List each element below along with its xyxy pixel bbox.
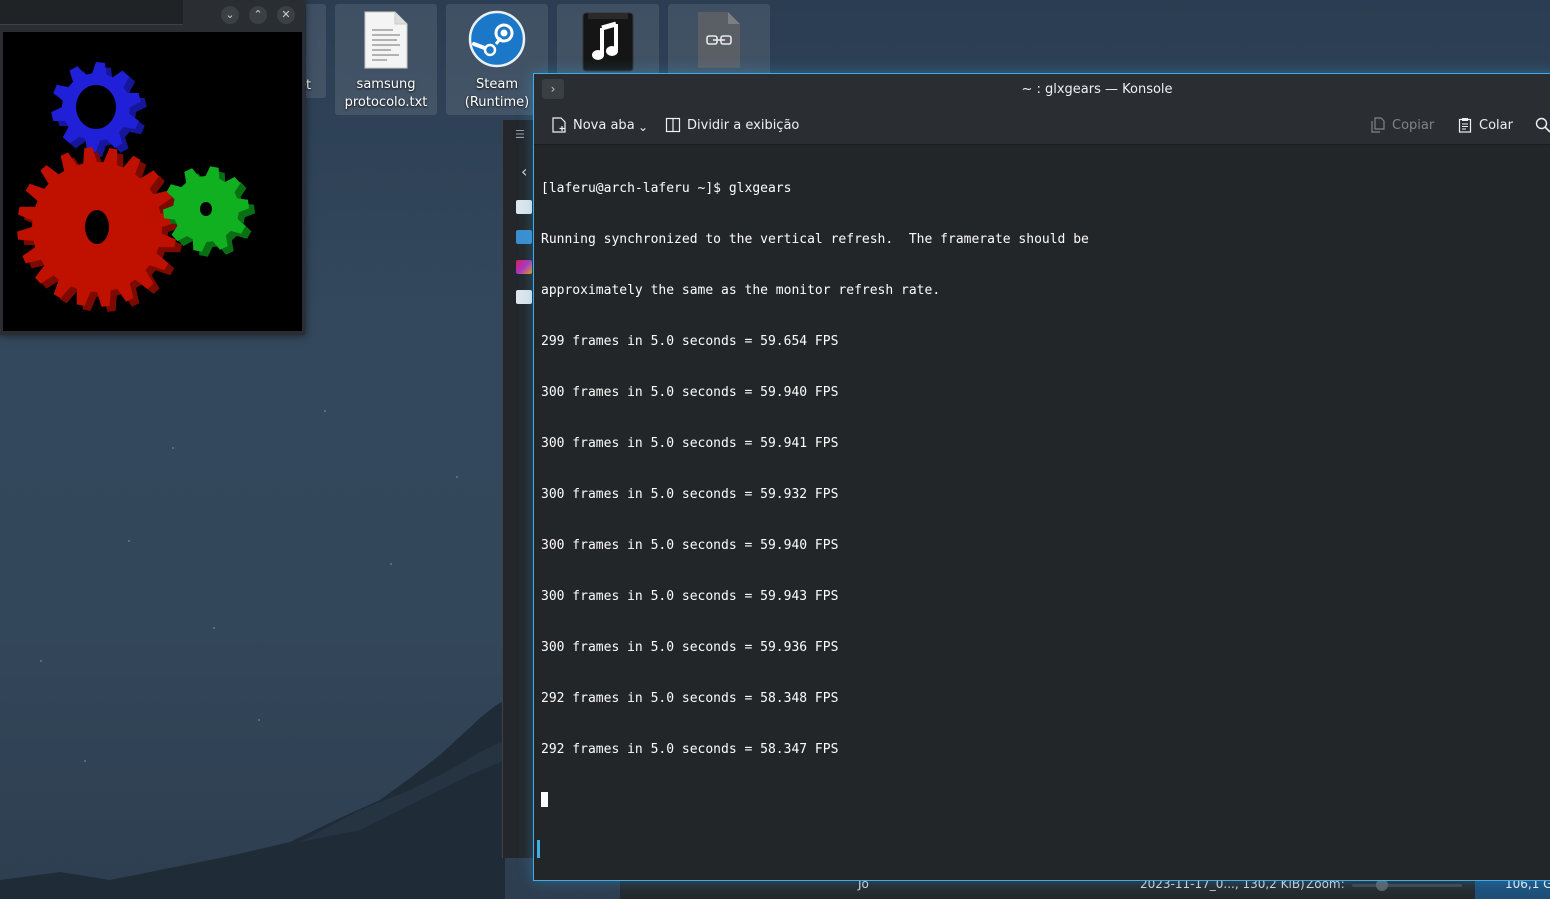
star: [258, 719, 260, 721]
terminal-line: 292 frames in 5.0 seconds = 58.347 FPS: [541, 742, 839, 757]
panel-toggle-icon: ☰: [515, 128, 525, 141]
terminal-line: Running synchronized to the vertical ref…: [541, 232, 1089, 247]
paste-button[interactable]: Colar: [1457, 117, 1513, 133]
chevron-left-icon[interactable]: ‹: [521, 162, 527, 181]
chevron-down-icon: ⌄: [225, 8, 235, 21]
split-view-label: Dividir a exibição: [687, 118, 800, 133]
konsole-toolbar: Nova aba ⌄ Dividir a exibição Copiar Col…: [534, 106, 1550, 145]
konsole-window[interactable]: › ~ : glxgears — Konsole Nova aba ⌄ Divi…: [533, 73, 1550, 881]
terminal-line: 300 frames in 5.0 seconds = 59.936 FPS: [541, 640, 839, 655]
steam-icon: [468, 10, 526, 72]
display-place-icon[interactable]: [516, 290, 532, 304]
terminal-output[interactable]: [laferu@arch-laferu ~]$ glxgears Running…: [541, 146, 1550, 880]
terminal-line: 300 frames in 5.0 seconds = 59.932 FPS: [541, 487, 839, 502]
link-file-icon: [696, 10, 742, 74]
blue-gear: [51, 62, 147, 157]
terminal-cursor-line: [541, 792, 1550, 810]
paste-icon: [1458, 118, 1472, 133]
minimize-button[interactable]: ⌄: [221, 6, 239, 24]
copy-label: Copiar: [1392, 118, 1435, 133]
music-folder-icon: [580, 10, 636, 76]
copy-button[interactable]: Copiar: [1370, 117, 1434, 133]
desktop-icon-samsung-protocolo[interactable]: samsung protocolo.txt: [335, 4, 437, 115]
star: [40, 660, 42, 662]
glxgears-window[interactable]: ⌄ ⌃ ✕: [0, 0, 305, 335]
star: [172, 447, 174, 449]
greengear-hole: [200, 202, 212, 216]
terminal-line: [laferu@arch-laferu ~]$ glxgears: [541, 181, 792, 196]
new-tab-button[interactable]: Nova aba: [551, 117, 635, 133]
settings-place-icon[interactable]: [516, 230, 532, 244]
star: [128, 540, 130, 542]
zoom-slider-track[interactable]: [1352, 884, 1462, 887]
split-view-button[interactable]: Dividir a exibição: [665, 117, 799, 133]
chevron-down-icon: ⌄: [638, 120, 649, 134]
gears-graphic: [17, 62, 255, 312]
new-tab-label: Nova aba: [573, 118, 635, 133]
glxgears-canvas: [3, 32, 302, 331]
terminal-line: 300 frames in 5.0 seconds = 59.940 FPS: [541, 385, 839, 400]
konsole-titlebar[interactable]: › ~ : glxgears — Konsole: [534, 74, 1550, 106]
terminal-line: 300 frames in 5.0 seconds = 59.941 FPS: [541, 436, 839, 451]
terminal-line: approximately the same as the monitor re…: [541, 283, 941, 298]
star: [456, 476, 458, 478]
glxgears-titlebar[interactable]: [0, 0, 183, 25]
split-view-icon: [665, 117, 681, 133]
terminal-line: 300 frames in 5.0 seconds = 59.943 FPS: [541, 589, 839, 604]
copy-icon: [1371, 117, 1385, 133]
terminal-cursor: [541, 792, 548, 807]
redgear-hole: [85, 210, 109, 244]
new-tab-icon: [552, 117, 566, 133]
text-file-icon: [363, 10, 409, 74]
pictures-place-icon[interactable]: [516, 260, 532, 274]
desktop-icon-label: samsung protocolo.txt: [344, 77, 428, 110]
terminal-line: 299 frames in 5.0 seconds = 59.654 FPS: [541, 334, 839, 349]
chevron-up-icon: ⌃: [253, 8, 263, 21]
star: [84, 760, 86, 762]
terminal-line: 300 frames in 5.0 seconds = 59.940 FPS: [541, 538, 839, 553]
paste-label: Colar: [1479, 118, 1513, 133]
scrollbar-indicator[interactable]: [537, 840, 540, 858]
search-icon: [1535, 117, 1550, 133]
star: [390, 563, 392, 565]
desktop-place-icon[interactable]: [516, 200, 532, 214]
window-title: ~ : glxgears — Konsole: [1021, 82, 1173, 97]
bluegear-hole: [76, 85, 116, 129]
red-gear: [17, 147, 183, 312]
maximize-button[interactable]: ⌃: [249, 6, 267, 24]
search-button[interactable]: [1535, 117, 1550, 133]
terminal-line: 292 frames in 5.0 seconds = 58.348 FPS: [541, 691, 839, 706]
new-tab-dropdown[interactable]: ⌄: [638, 120, 648, 134]
star: [213, 627, 215, 629]
star: [324, 410, 326, 412]
close-icon: ✕: [281, 8, 291, 21]
close-button[interactable]: ✕: [277, 6, 295, 24]
